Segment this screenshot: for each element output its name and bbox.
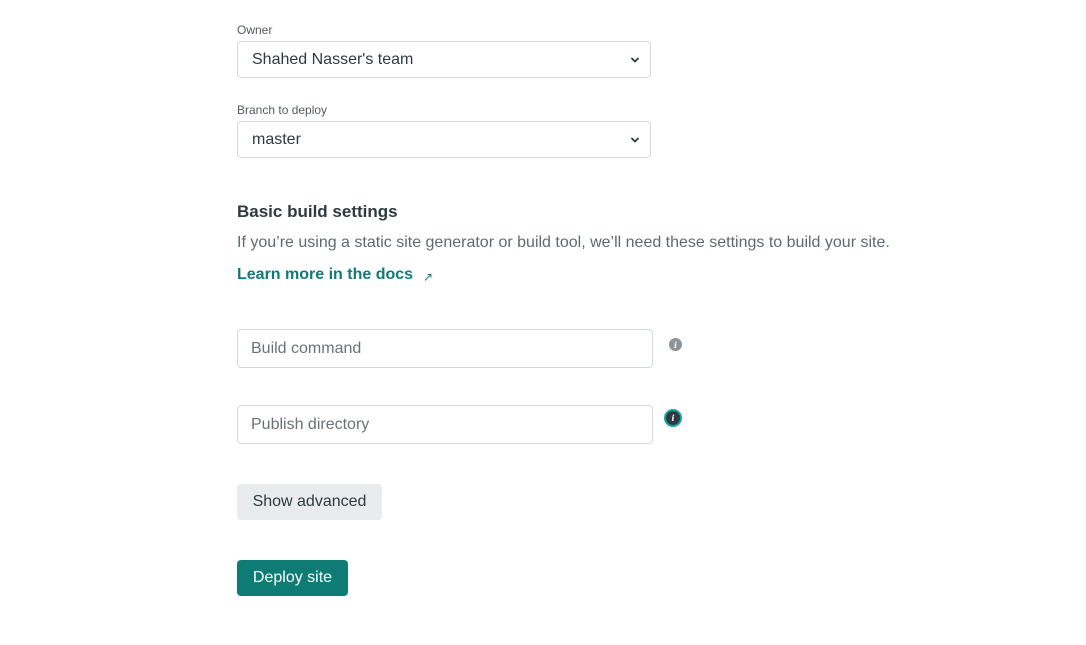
external-arrow-icon: ↗ (423, 269, 434, 284)
publish-directory-input[interactable] (237, 405, 653, 444)
owner-select-value: Shahed Nasser's team (252, 50, 414, 68)
show-advanced-button[interactable]: Show advanced (237, 484, 382, 520)
section-description: If you’re using a static site generator … (237, 234, 890, 251)
docs-link[interactable]: Learn more in the docs ↗ (237, 266, 433, 284)
section-heading: Basic build settings (237, 202, 398, 221)
chevron-down-icon (631, 137, 639, 143)
owner-select[interactable]: Shahed Nasser's team (237, 41, 651, 78)
deploy-site-button[interactable]: Deploy site (237, 560, 348, 596)
publish-directory-info-icon[interactable]: i (666, 411, 680, 425)
owner-label: Owner (237, 23, 273, 37)
docs-link-label: Learn more in the docs (237, 266, 414, 283)
build-command-info-icon[interactable]: i (669, 338, 682, 351)
branch-select-value: master (252, 130, 301, 148)
branch-label: Branch to deploy (237, 103, 328, 117)
chevron-down-icon (631, 57, 639, 63)
build-command-input[interactable] (237, 329, 653, 368)
branch-select[interactable]: master (237, 121, 651, 158)
